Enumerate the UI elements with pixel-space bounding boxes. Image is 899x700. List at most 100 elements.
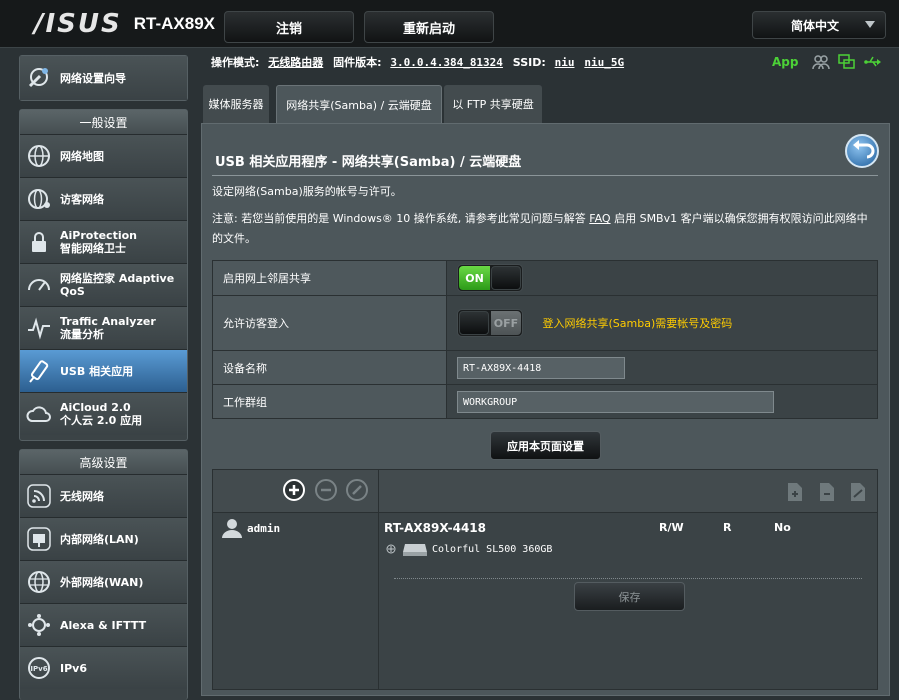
brand: /ISUS RT-AX89X <box>34 9 215 39</box>
sidebar-item-network-map[interactable]: 网络地图 <box>20 135 187 178</box>
title-divider <box>212 175 878 176</box>
device-name-label: 设备名称 <box>212 350 447 385</box>
guest-globe-icon <box>28 189 50 209</box>
sidebar-item-ipv6[interactable]: IPv6 IPv6 <box>20 647 187 689</box>
guest-hint: 登入网络共享(Samba)需要帐号及密码 <box>542 317 733 330</box>
ssid-link-2[interactable]: niu_5G <box>584 56 624 69</box>
chevron-down-icon <box>865 21 875 28</box>
sidebar-item-label: 网络设置向导 <box>60 71 126 85</box>
sidebar-wizard-box: 网络设置向导 <box>19 55 188 101</box>
gauge-icon <box>28 279 50 291</box>
guest-label: 允许访客登入 <box>212 295 447 351</box>
sidebar-item-label: 内部网络(LAN) <box>60 532 139 546</box>
sidebar-item-label: Alexa & IFTTT <box>60 618 147 632</box>
network-status-icon[interactable] <box>838 54 856 70</box>
wan-globe-icon <box>28 571 50 593</box>
dotted-divider <box>394 578 862 579</box>
globe-icon <box>28 145 50 167</box>
disk-icon <box>403 544 427 556</box>
logout-button[interactable]: 注销 <box>224 11 354 43</box>
clients-icon[interactable] <box>812 54 831 70</box>
add-user-button[interactable] <box>283 479 305 501</box>
perm-r-header[interactable]: R <box>723 521 731 534</box>
firmware-link[interactable]: 3.0.0.4.384_81324 <box>390 56 503 69</box>
sidebar-item-wireless[interactable]: 无线网络 <box>20 475 187 518</box>
share-toggle[interactable]: ON <box>457 264 523 292</box>
perm-rw-header[interactable]: R/W <box>659 521 684 534</box>
model-name: RT-AX89X <box>133 14 215 33</box>
toggle-knob <box>459 311 489 335</box>
app-link[interactable]: App <box>772 55 798 69</box>
user-icon <box>222 519 242 538</box>
workgroup-input[interactable]: WORKGROUP <box>457 390 774 413</box>
usb-status-icon[interactable] <box>864 54 882 70</box>
sidebar-item-label: 网络监控家 Adaptive QoS <box>60 272 175 298</box>
ipv6-icon: IPv6 <box>28 657 50 679</box>
sidebar-item-label: 外部网络(WAN) <box>60 575 144 589</box>
perm-no-header[interactable]: No <box>774 521 791 534</box>
usb-icon <box>29 360 49 383</box>
pencil-icon <box>352 485 362 495</box>
samba-settings-table: 启用网上邻居共享 ON 允许访客登入 OFF 登入网络共享(Samba)需要帐号… <box>212 260 878 419</box>
edit-user-button[interactable] <box>346 479 368 501</box>
back-button[interactable] <box>845 134 879 168</box>
plus-icon <box>289 485 299 495</box>
sidebar-item-aicloud[interactable]: AiCloud 2.0 个人云 2.0 应用 <box>20 393 187 435</box>
sidebar-item-wan[interactable]: 外部网络(WAN) <box>20 561 187 604</box>
ssid-link-1[interactable]: niu <box>555 56 575 69</box>
delete-user-button[interactable] <box>315 479 337 501</box>
sidebar-general-header: 一般设置 <box>20 110 187 135</box>
sidebar-item-qos[interactable]: 网络监控家 Adaptive QoS <box>20 264 187 307</box>
sidebar-item-guest-network[interactable]: 访客网络 <box>20 178 187 221</box>
alexa-icon <box>28 614 50 636</box>
sidebar-item-usb[interactable]: USB 相关应用 <box>20 350 187 393</box>
faq-link[interactable]: FAQ <box>589 212 610 225</box>
save-button[interactable]: 保存 <box>574 582 685 611</box>
expand-icon[interactable] <box>386 544 396 554</box>
mode-label: 操作模式: <box>211 56 260 69</box>
toggle-knob <box>491 266 521 290</box>
disk-row[interactable]: Colorful SL500 360GB <box>386 541 552 557</box>
edit-folder-icon[interactable] <box>849 482 867 502</box>
disk-name: Colorful SL500 360GB <box>432 543 553 555</box>
permission-toolbar <box>213 470 877 513</box>
guest-value-cell: OFF 登入网络共享(Samba)需要帐号及密码 <box>446 295 878 351</box>
wifi-icon <box>27 484 51 508</box>
toggle-on-text: ON <box>459 266 490 290</box>
language-value: 简体中文 <box>791 18 840 33</box>
mode-link[interactable]: 无线路由器 <box>268 56 323 69</box>
back-arrow-icon <box>853 140 875 159</box>
cloud-icon <box>26 406 51 422</box>
sidebar-item-alexa[interactable]: Alexa & IFTTT <box>20 604 187 647</box>
user-row-admin[interactable]: admin <box>221 517 280 539</box>
sidebar-item-label: 无线网络 <box>60 489 104 503</box>
lock-icon <box>32 232 46 252</box>
device-name-input[interactable]: RT-AX89X-4418 <box>457 356 625 379</box>
language-select[interactable]: 简体中文 <box>752 11 886 39</box>
minus-icon <box>321 488 331 492</box>
sidebar-item-label: IPv6 <box>60 661 87 675</box>
note-text-1: 注意: 若您当前使用的是 Windows® 10 操作系统, 请参考此常见问题与… <box>212 212 590 225</box>
reboot-button[interactable]: 重新启动 <box>364 11 494 43</box>
apply-button[interactable]: 应用本页面设置 <box>490 431 601 460</box>
tab-ftp[interactable]: 以 FTP 共享硬盘 <box>444 85 542 123</box>
asus-logo: /ISUS <box>34 9 122 39</box>
sidebar-general-box: 一般设置 网络地图 访客网络 AiProtection 智能网络卫士 网络监控家… <box>19 109 188 441</box>
status-icons: App <box>772 54 882 70</box>
delete-folder-icon[interactable] <box>818 482 836 502</box>
sidebar-item-traffic-analyzer[interactable]: Traffic Analyzer 流量分析 <box>20 307 187 350</box>
sidebar-advanced-header: 高级设置 <box>20 450 187 475</box>
sidebar-item-aiprotection[interactable]: AiProtection 智能网络卫士 <box>20 221 187 264</box>
sidebar-item-lan[interactable]: 内部网络(LAN) <box>20 518 187 561</box>
lan-icon <box>27 527 51 551</box>
main-panel: USB 相关应用程序 - 网络共享(Samba) / 云端硬盘 设定网络(Sam… <box>201 123 890 696</box>
sidebar-advanced-box: 高级设置 无线网络 内部网络(LAN) 外部网络(WAN) Alexa & IF… <box>19 449 188 700</box>
add-folder-icon[interactable] <box>786 482 804 502</box>
tab-samba[interactable]: 网络共享(Samba) / 云端硬盘 <box>276 85 442 124</box>
guest-toggle[interactable]: OFF <box>457 309 523 337</box>
permission-panel: admin RT-AX89X-4418 R/W R No Colorful SL… <box>212 469 878 690</box>
device-name-cell: RT-AX89X-4418 <box>446 350 878 385</box>
sidebar-item-wizard[interactable]: 网络设置向导 <box>20 56 187 100</box>
sidebar-item-label: 网络地图 <box>60 149 104 163</box>
tab-media-server[interactable]: 媒体服务器 <box>203 85 269 123</box>
